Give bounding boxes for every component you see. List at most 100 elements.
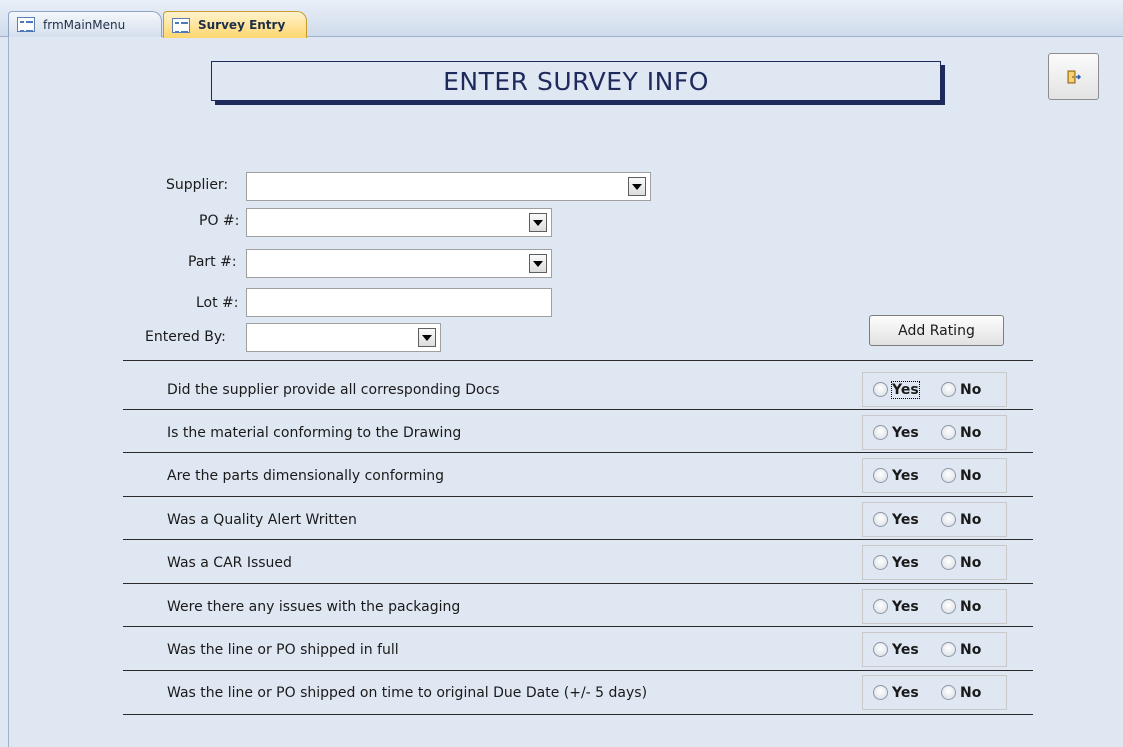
question-text: Were there any issues with the packaging xyxy=(167,599,461,615)
no-option[interactable]: No xyxy=(941,676,981,709)
yes-option[interactable]: Yes xyxy=(873,633,919,666)
yes-radio-button[interactable] xyxy=(873,425,888,440)
row-divider xyxy=(123,360,1033,361)
page-title: ENTER SURVEY INFO xyxy=(443,66,709,96)
page-title-box: ENTER SURVEY INFO xyxy=(211,61,941,101)
yes-no-option-group[interactable]: Yes No xyxy=(862,632,1007,667)
no-label: No xyxy=(960,424,982,441)
supplier-label: Supplier: xyxy=(166,177,229,193)
no-radio-button[interactable] xyxy=(941,468,956,483)
tab-frmMainMenu[interactable]: frmMainMenu xyxy=(8,11,162,37)
no-label: No xyxy=(960,598,982,615)
row-divider xyxy=(123,626,1033,627)
question-text: Was a Quality Alert Written xyxy=(167,512,357,528)
yes-option[interactable]: Yes xyxy=(873,546,919,579)
row-divider xyxy=(123,583,1033,584)
no-label: No xyxy=(960,381,982,398)
yes-radio-button[interactable] xyxy=(873,555,888,570)
yes-no-option-group[interactable]: Yes No xyxy=(862,458,1007,493)
entered-by-combobox[interactable] xyxy=(246,323,441,352)
document-tab-strip: frmMainMenu Survey Entry xyxy=(0,0,1123,38)
yes-label: Yes xyxy=(892,598,919,615)
yes-no-option-group[interactable]: Yes No xyxy=(862,675,1007,710)
tab-label: Survey Entry xyxy=(198,18,286,32)
row-divider xyxy=(123,714,1033,715)
add-rating-label: Add Rating xyxy=(898,322,975,339)
no-option[interactable]: No xyxy=(941,503,981,536)
form-icon xyxy=(172,17,190,33)
chevron-down-icon[interactable] xyxy=(628,177,646,196)
chevron-down-icon[interactable] xyxy=(529,213,547,232)
no-option[interactable]: No xyxy=(941,590,981,623)
yes-no-option-group[interactable]: Yes No xyxy=(862,545,1007,580)
no-label: No xyxy=(960,641,982,658)
yes-option[interactable]: Yes xyxy=(873,459,919,492)
no-radio-button[interactable] xyxy=(941,599,956,614)
yes-label: Yes xyxy=(892,554,919,571)
lot-label: Lot #: xyxy=(196,295,239,311)
yes-no-option-group[interactable]: Yes No xyxy=(862,372,1007,407)
supplier-combobox[interactable] xyxy=(246,172,651,201)
no-option[interactable]: No xyxy=(941,546,981,579)
question-text: Was the line or PO shipped in full xyxy=(167,642,399,658)
chevron-down-icon[interactable] xyxy=(418,328,436,347)
row-divider xyxy=(123,539,1033,540)
question-text: Was the line or PO shipped on time to or… xyxy=(167,685,648,701)
yes-label: Yes xyxy=(892,511,919,528)
exit-door-icon xyxy=(1067,70,1081,83)
no-option[interactable]: No xyxy=(941,416,981,449)
no-option[interactable]: No xyxy=(941,633,981,666)
no-radio-button[interactable] xyxy=(941,685,956,700)
question-text: Are the parts dimensionally conforming xyxy=(167,468,445,484)
yes-label: Yes xyxy=(892,424,919,441)
no-label: No xyxy=(960,467,982,484)
row-divider xyxy=(123,452,1033,453)
no-radio-button[interactable] xyxy=(941,512,956,527)
no-label: No xyxy=(960,511,982,528)
yes-option[interactable]: Yes xyxy=(873,373,920,406)
tab-survey-entry[interactable]: Survey Entry xyxy=(163,11,307,38)
yes-label: Yes xyxy=(891,380,920,399)
exit-button[interactable] xyxy=(1048,53,1099,100)
yes-radio-button[interactable] xyxy=(873,599,888,614)
yes-radio-button[interactable] xyxy=(873,642,888,657)
add-rating-button[interactable]: Add Rating xyxy=(869,315,1004,346)
row-divider xyxy=(123,409,1033,410)
row-divider xyxy=(123,670,1033,671)
no-radio-button[interactable] xyxy=(941,555,956,570)
entered-by-label: Entered By: xyxy=(145,329,226,345)
yes-option[interactable]: Yes xyxy=(873,676,919,709)
row-divider xyxy=(123,496,1033,497)
po-combobox[interactable] xyxy=(246,208,552,237)
lot-field[interactable] xyxy=(246,288,552,317)
question-text: Did the supplier provide all correspondi… xyxy=(167,382,500,398)
part-combobox[interactable] xyxy=(246,249,552,278)
yes-no-option-group[interactable]: Yes No xyxy=(862,415,1007,450)
no-radio-button[interactable] xyxy=(941,382,956,397)
no-label: No xyxy=(960,684,982,701)
yes-label: Yes xyxy=(892,467,919,484)
yes-radio-button[interactable] xyxy=(873,382,888,397)
no-radio-button[interactable] xyxy=(941,642,956,657)
po-label: PO #: xyxy=(199,213,240,229)
yes-option[interactable]: Yes xyxy=(873,503,919,536)
yes-radio-button[interactable] xyxy=(873,468,888,483)
yes-label: Yes xyxy=(892,684,919,701)
question-text: Is the material conforming to the Drawin… xyxy=(167,425,462,441)
form-icon xyxy=(17,17,35,32)
no-option[interactable]: No xyxy=(941,373,981,406)
no-option[interactable]: No xyxy=(941,459,981,492)
question-text: Was a CAR Issued xyxy=(167,555,292,571)
yes-option[interactable]: Yes xyxy=(873,590,919,623)
tab-label: frmMainMenu xyxy=(43,17,126,32)
no-label: No xyxy=(960,554,982,571)
part-label: Part #: xyxy=(188,254,237,270)
chevron-down-icon[interactable] xyxy=(529,254,547,273)
yes-no-option-group[interactable]: Yes No xyxy=(862,589,1007,624)
yes-label: Yes xyxy=(892,641,919,658)
no-radio-button[interactable] xyxy=(941,425,956,440)
yes-no-option-group[interactable]: Yes No xyxy=(862,502,1007,537)
yes-radio-button[interactable] xyxy=(873,512,888,527)
yes-option[interactable]: Yes xyxy=(873,416,919,449)
yes-radio-button[interactable] xyxy=(873,685,888,700)
